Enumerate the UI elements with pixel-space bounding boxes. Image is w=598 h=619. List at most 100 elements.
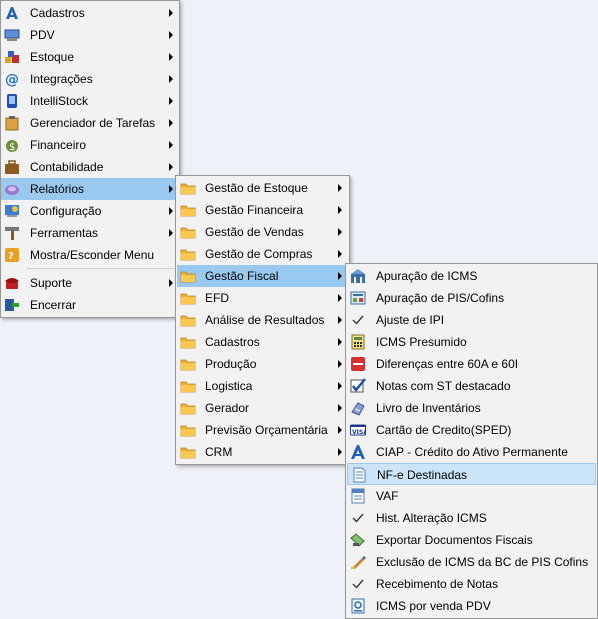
menu-item-pdv[interactable]: PDV: [1, 24, 179, 46]
pdv-icon: [4, 27, 20, 43]
menu-item-label: Gestão de Vendas: [205, 225, 304, 239]
menu-item-label: Estoque: [30, 50, 75, 64]
relatorios-item[interactable]: EFD: [177, 287, 348, 309]
submenu-arrow-icon: [338, 382, 342, 390]
menu-item-intellistock[interactable]: IntelliStock: [1, 90, 179, 112]
menu-item-label: Exclusão de ICMS da BC de PIS Cofins: [376, 555, 589, 569]
submenu-arrow-icon: [338, 448, 342, 456]
gestao-fiscal-item[interactable]: Hist. Alteração ICMS: [347, 507, 596, 529]
relatorios-item[interactable]: Previsão Orçamentária: [177, 419, 348, 441]
menu-item-label: Previsão Orçamentária: [205, 423, 328, 437]
menu-item-label: Recebimento de Notas: [376, 577, 499, 591]
gestao-fiscal-item[interactable]: Notas com ST destacado: [347, 375, 596, 397]
menu-item-financeiro[interactable]: $ Financeiro: [1, 134, 179, 156]
relatorios-submenu: Gestão de Estoque Gestão Financeira Gestão…: [175, 175, 350, 465]
relatorios-item[interactable]: Logistica: [177, 375, 348, 397]
submenu-arrow-icon: [169, 141, 173, 149]
submenu-arrow-icon: [169, 163, 173, 171]
menu-item-label: Apuração de PIS/Cofins: [376, 291, 505, 305]
relatorios-item[interactable]: Gerador: [177, 397, 348, 419]
svg-text:?: ?: [8, 251, 14, 262]
check-icon: [350, 312, 366, 328]
gestao-fiscal-item[interactable]: CIAP - Crédito do Ativo Permanente: [347, 441, 596, 463]
relatorios-item[interactable]: Gestão Fiscal: [177, 265, 348, 287]
menu-item-label: Gestão Financeira: [205, 203, 304, 217]
integracoes-icon: @: [4, 71, 20, 87]
ciap-icon: [350, 444, 366, 460]
relatorios-item[interactable]: Gestão Financeira: [177, 199, 348, 221]
submenu-arrow-icon: [338, 360, 342, 368]
menu-item-encerrar[interactable]: Encerrar: [1, 294, 179, 316]
relatorios-item[interactable]: Gestão de Vendas: [177, 221, 348, 243]
submenu-arrow-icon: [169, 97, 173, 105]
submenu-arrow-icon: [169, 75, 173, 83]
gestao-fiscal-item[interactable]: VAF: [347, 485, 596, 507]
calculator-icon: [350, 334, 366, 350]
menu-item-label: Gerador: [205, 401, 250, 415]
menu-item-label: Cartão de Credito(SPED): [376, 423, 512, 437]
gestao-fiscal-item[interactable]: ICMS Presumido: [347, 331, 596, 353]
menu-item-label: Contabilidade: [30, 160, 104, 174]
contabilidade-icon: [4, 159, 20, 175]
gestao-fiscal-item[interactable]: Exportar Documentos Fiscais: [347, 529, 596, 551]
gestao-fiscal-item[interactable]: Diferenças entre 60A e 60I: [347, 353, 596, 375]
suporte-icon: [4, 275, 20, 291]
gestao-fiscal-item[interactable]: Livro de Inventários: [347, 397, 596, 419]
menu-item-label: CRM: [205, 445, 233, 459]
submenu-arrow-icon: [338, 426, 342, 434]
menu-item-label: ICMS por venda PDV: [376, 599, 491, 613]
submenu-arrow-icon: [338, 272, 342, 280]
gestao-fiscal-item[interactable]: NF-e Destinadas: [347, 463, 596, 485]
relatorios-icon: [4, 181, 20, 197]
estoque-icon: [4, 49, 20, 65]
menu-item-suporte[interactable]: Suporte: [1, 272, 179, 294]
submenu-arrow-icon: [169, 279, 173, 287]
gestao-fiscal-item[interactable]: Recebimento de Notas: [347, 573, 596, 595]
livro-icon: [350, 400, 366, 416]
svg-text:$: $: [9, 142, 15, 153]
folder-icon: [180, 422, 196, 438]
main-menu: Cadastros PDV Estoque @ Integrações Inte…: [0, 0, 180, 318]
gestao-fiscal-item[interactable]: ICMS por venda PDV: [347, 595, 596, 617]
encerrar-icon: [4, 297, 20, 313]
submenu-arrow-icon: [338, 294, 342, 302]
apuracao-pis-icon: [350, 290, 366, 306]
relatorios-item[interactable]: Gestão de Compras: [177, 243, 348, 265]
ferramentas-icon: [4, 225, 20, 241]
relatorios-item[interactable]: Análise de Resultados: [177, 309, 348, 331]
menu-item-mostra-esconder[interactable]: ? Mostra/Esconder Menu: [1, 244, 179, 266]
menu-item-label: ICMS Presumido: [376, 335, 467, 349]
menu-item-label: Gestão Fiscal: [205, 269, 279, 283]
checkbox-icon: [350, 378, 366, 394]
folder-icon: [180, 180, 196, 196]
exportar-icon: [350, 532, 366, 548]
relatorios-item[interactable]: Produção: [177, 353, 348, 375]
menu-item-gerenciador-tarefas[interactable]: Gerenciador de Tarefas: [1, 112, 179, 134]
menu-item-configuracao[interactable]: Configuração: [1, 200, 179, 222]
gestao-fiscal-item[interactable]: VISA Cartão de Credito(SPED): [347, 419, 596, 441]
menu-item-cadastros[interactable]: Cadastros: [1, 2, 179, 24]
gestao-fiscal-item[interactable]: Ajuste de IPI: [347, 309, 596, 331]
relatorios-item[interactable]: Cadastros: [177, 331, 348, 353]
folder-icon: [180, 444, 196, 460]
submenu-arrow-icon: [169, 119, 173, 127]
menu-item-relatorios[interactable]: Relatórios: [1, 178, 179, 200]
menu-item-contabilidade[interactable]: Contabilidade: [1, 156, 179, 178]
submenu-arrow-icon: [169, 9, 173, 17]
menu-item-ferramentas[interactable]: Ferramentas: [1, 222, 179, 244]
gestao-fiscal-item[interactable]: Exclusão de ICMS da BC de PIS Cofins: [347, 551, 596, 573]
check-icon: [350, 510, 366, 526]
folder-icon: [180, 290, 196, 306]
minus-red-icon: [350, 356, 366, 372]
menu-item-estoque[interactable]: Estoque: [1, 46, 179, 68]
gestao-fiscal-item[interactable]: Apuração de ICMS: [347, 265, 596, 287]
menu-item-label: CIAP - Crédito do Ativo Permanente: [376, 445, 568, 459]
gestao-fiscal-item[interactable]: Apuração de PIS/Cofins: [347, 287, 596, 309]
menu-item-integracoes[interactable]: @ Integrações: [1, 68, 179, 90]
relatorios-item[interactable]: Gestão de Estoque: [177, 177, 348, 199]
visa-card-icon: VISA: [350, 422, 366, 438]
relatorios-item[interactable]: CRM: [177, 441, 348, 463]
folder-icon: [180, 334, 196, 350]
intellistock-icon: [4, 93, 20, 109]
svg-text:@: @: [5, 72, 19, 87]
